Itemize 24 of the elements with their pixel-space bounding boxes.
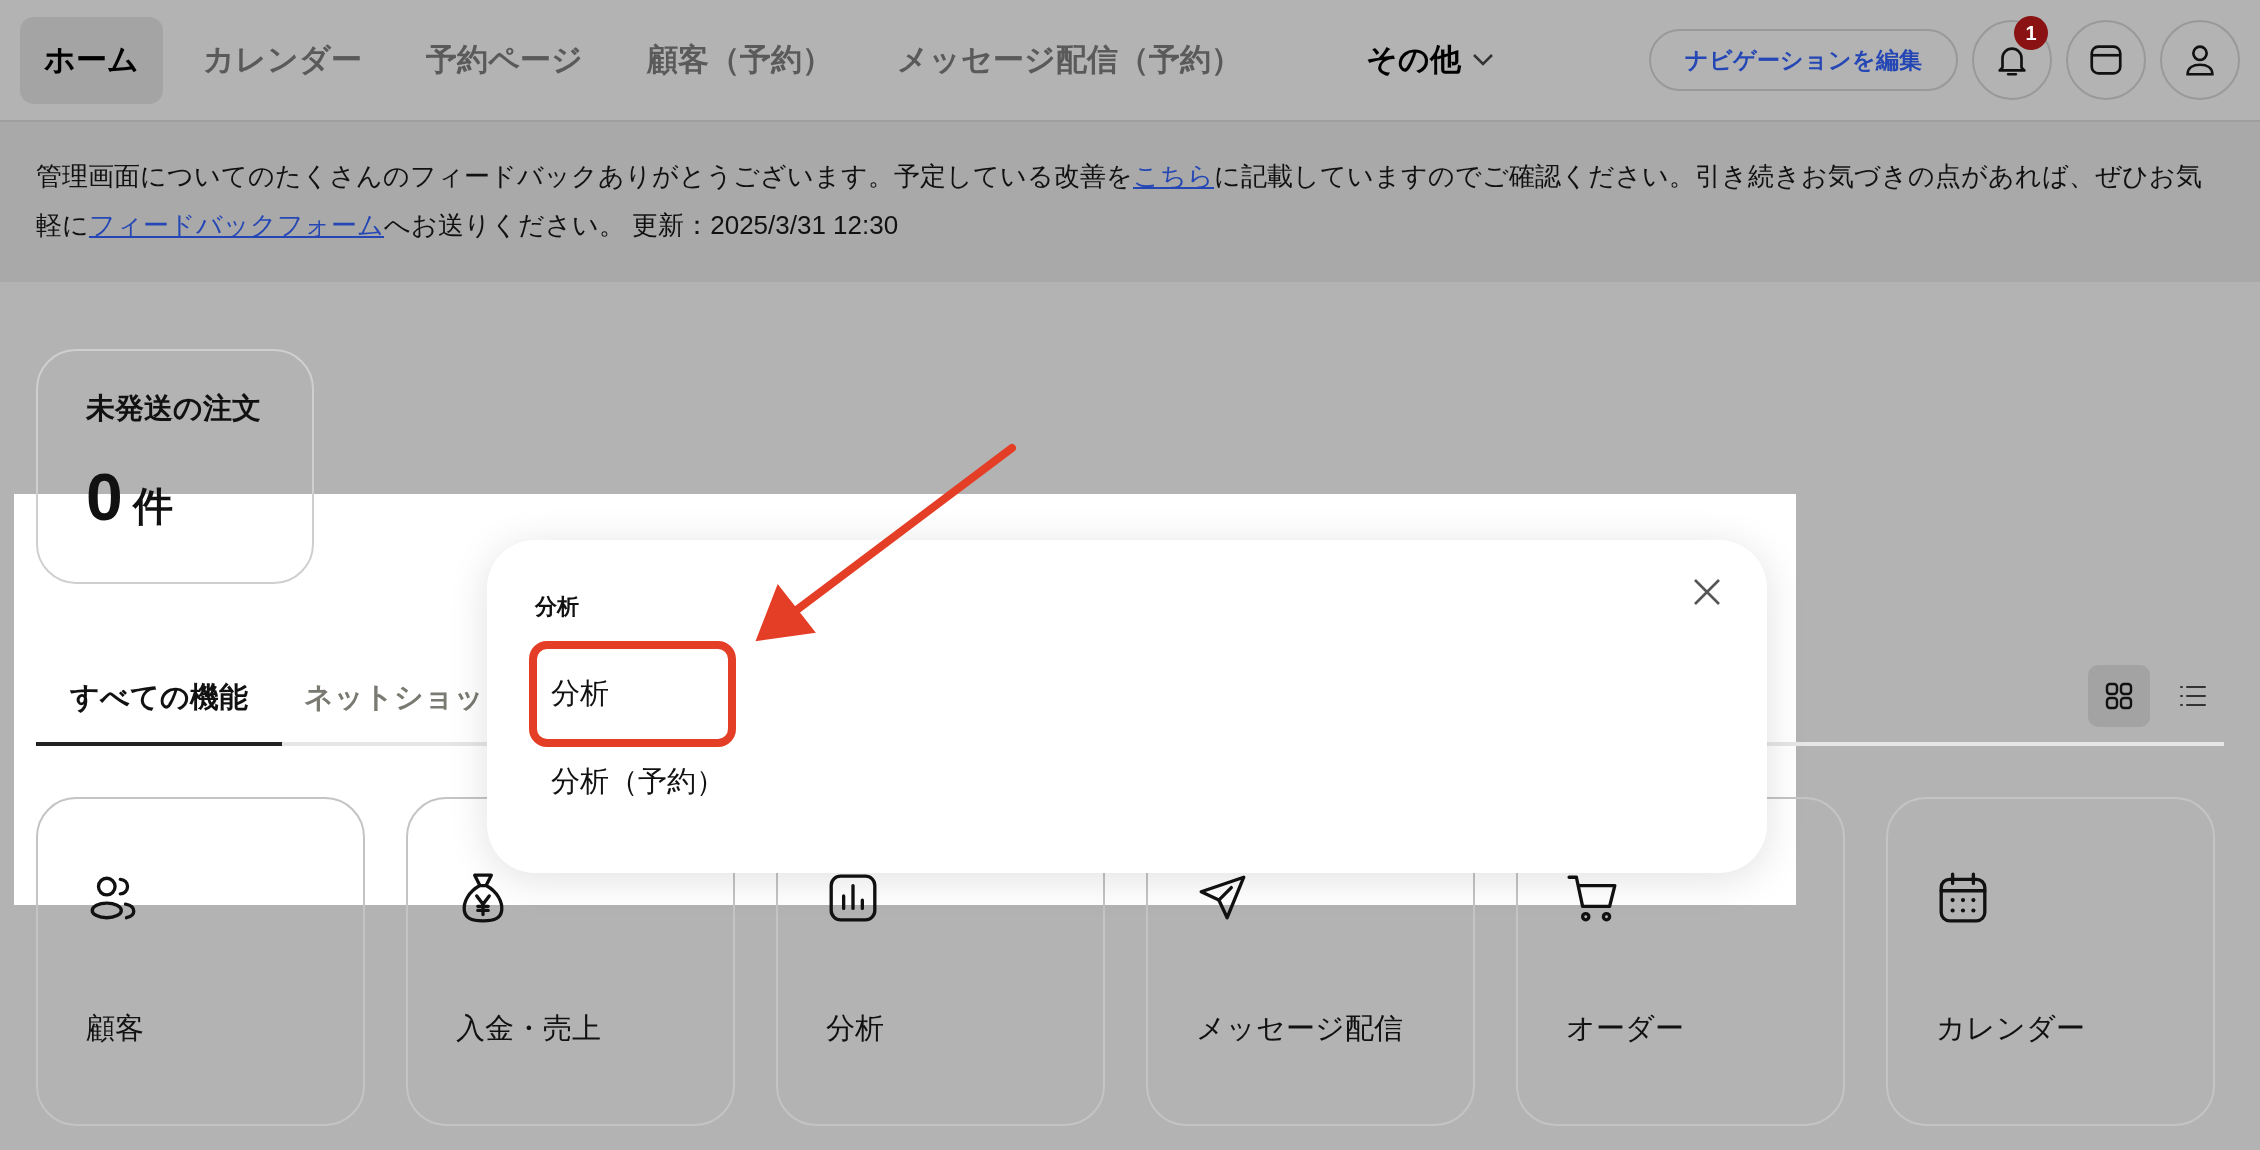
card-label: オーダー — [1566, 1011, 1685, 1046]
menu-item[interactable]: 分析 — [529, 641, 736, 747]
card-label: 入金・売上 — [456, 1011, 602, 1046]
grid-icon — [2104, 681, 2134, 711]
card-label: カレンダー — [1936, 1011, 2086, 1046]
nav-tab[interactable]: ホーム — [20, 16, 163, 104]
card-label: 顧客 — [86, 1011, 145, 1046]
feature-card[interactable]: カレンダー — [1886, 797, 2215, 1126]
chevron-down-icon — [1471, 52, 1495, 68]
feature-tab[interactable]: すべての機能 — [36, 654, 282, 746]
count-unit: 件 — [132, 483, 173, 530]
grid-view-button[interactable] — [2088, 665, 2150, 727]
window-button[interactable] — [2066, 20, 2146, 100]
popup-title: 分析 — [535, 593, 579, 621]
card-title: 未発送の注文 — [86, 391, 261, 426]
card-label: メッセージ配信 — [1196, 1011, 1404, 1046]
nav-tab[interactable]: その他 — [1342, 16, 1519, 104]
notice-text: 管理画面についてのたくさんのフィードバックありがとうございます。予定している改善を こちら に記載していますのでご確認ください。引き続きお気づきの点があれば、ぜひお気軽にフィードバックフォームへお送りください。 更新：2025/3/31 12:30 — [36, 160, 2203, 242]
account-button[interactable] — [2160, 20, 2240, 100]
edit-navigation-button[interactable]: ナビゲーションを編集 — [1649, 29, 1958, 91]
order-count: 0 — [86, 459, 123, 535]
notification-badge: 1 — [2014, 16, 2048, 50]
feature-card[interactable]: 顧客 — [36, 797, 365, 1126]
card-label: 分析 — [826, 1011, 885, 1046]
